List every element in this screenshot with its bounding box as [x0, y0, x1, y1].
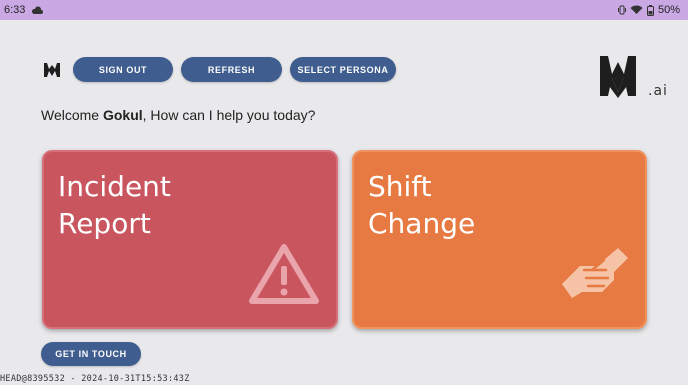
select-persona-button[interactable]: SELECT PERSONA: [290, 57, 396, 82]
status-left: 6:33: [4, 4, 44, 16]
warning-icon: [248, 242, 320, 311]
build-info: HEAD@8395532 - 2024-10-31T15:53:43Z: [0, 374, 190, 384]
card-title-line1: Shift: [368, 170, 432, 203]
status-right: 50%: [617, 4, 680, 16]
shift-change-card[interactable]: Shift Change: [352, 150, 647, 329]
battery-level: 50%: [657, 4, 680, 16]
get-in-touch-button[interactable]: GET IN TOUCH: [41, 342, 141, 366]
welcome-message: Welcome Gokul, How can I help you today?: [41, 107, 315, 123]
status-bar: 6:33 50%: [0, 0, 688, 20]
battery-icon: [646, 4, 654, 16]
card-title: Incident Report: [58, 168, 171, 242]
cloud-icon: [31, 5, 44, 15]
card-title-line2: Change: [368, 207, 476, 240]
app-logo-icon: [41, 60, 63, 80]
vibrate-icon: [617, 5, 626, 15]
card-title: Shift Change: [368, 168, 475, 242]
card-title-line1: Incident: [58, 170, 171, 203]
sign-out-button[interactable]: SIGN OUT: [73, 57, 173, 82]
handshake-icon: [558, 244, 632, 307]
card-title-line2: Report: [58, 207, 151, 240]
brand-suffix: .ai: [648, 83, 668, 99]
user-name: Gokul: [102, 107, 143, 123]
incident-report-card[interactable]: Incident Report: [42, 150, 338, 329]
welcome-prefix: Welcome: [41, 107, 103, 123]
status-time: 6:33: [4, 4, 26, 16]
welcome-suffix: , How can I help you today?: [142, 107, 316, 123]
wifi-icon: [630, 5, 643, 15]
refresh-button[interactable]: REFRESH: [181, 57, 282, 82]
